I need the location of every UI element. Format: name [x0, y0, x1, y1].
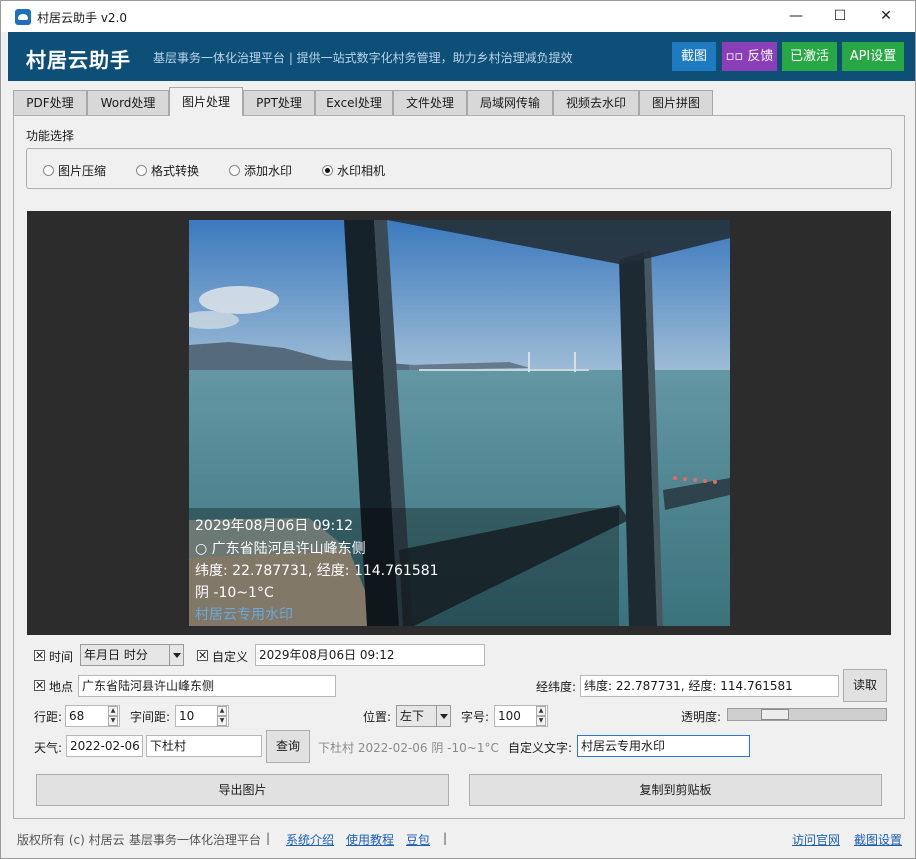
window-title: 村居云助手 v2.0 [37, 11, 128, 25]
radio-watermark-camera[interactable]: 水印相机 [322, 162, 385, 179]
time-format-value: 年月日 时分 [84, 648, 148, 662]
font-size-input[interactable]: 100 ▲ ▼ [494, 705, 548, 727]
line-spacing-label: 行距: [34, 710, 63, 724]
screenshot-button[interactable]: 截图 [672, 42, 716, 71]
place-checkbox[interactable]: ✕ [34, 680, 45, 691]
watermark-time: 2029年08月06日 09:12 [195, 518, 354, 534]
weather-village-input[interactable]: 下杜村 [146, 735, 262, 757]
place-label: 地点 [49, 680, 74, 694]
font-size-spinner[interactable]: ▲ ▼ [536, 706, 546, 726]
radio-watermark-camera-label: 水印相机 [337, 164, 386, 178]
radio-convert[interactable]: 格式转换 [136, 162, 199, 179]
position-label: 位置: [363, 710, 392, 724]
place-input[interactable]: 广东省陆河县许山峰东侧 [78, 675, 336, 697]
tab-image[interactable]: 图片处理 [169, 87, 243, 116]
radio-watermark-camera-dot [322, 165, 333, 176]
time-checkbox[interactable]: ✕ [34, 650, 45, 661]
position-value: 左下 [400, 709, 425, 723]
export-image-button[interactable]: 导出图片 [36, 774, 449, 806]
line-spacing-input[interactable]: 68 ▲ ▼ [65, 705, 120, 727]
minimize-button[interactable]: — [773, 1, 819, 32]
char-spacing-input[interactable]: 10 ▲ ▼ [175, 705, 229, 727]
tab-pdf[interactable]: PDF处理 [13, 90, 87, 115]
app-cloud-icon [15, 9, 31, 25]
brand-title: 村居云助手 [26, 48, 131, 72]
radio-compress[interactable]: 图片压缩 [43, 162, 106, 179]
status-separator-2: | [443, 831, 448, 845]
spin-up-icon[interactable]: ▲ [536, 706, 546, 716]
spin-up-icon[interactable]: ▲ [217, 706, 227, 716]
activated-button[interactable]: 已激活 [782, 42, 837, 71]
close-button[interactable]: ✕ [863, 1, 909, 32]
watermark-place: ○ 广东省陆河县许山峰东侧 [195, 541, 366, 557]
screenshot-settings-link[interactable]: 截图设置 [854, 831, 902, 848]
time-label: 时间 [49, 650, 74, 664]
spin-down-icon[interactable]: ▼ [217, 716, 227, 726]
radio-convert-dot [136, 165, 147, 176]
app-window: 村居云助手 v2.0 — ☐ ✕ 村居云助手 基层事务一体化治理平台 | 提供一… [0, 0, 916, 859]
radio-convert-label: 格式转换 [151, 164, 200, 178]
custom-time-checkbox[interactable]: ✕ [197, 650, 208, 661]
tab-image-collage[interactable]: 图片拼图 [639, 90, 713, 115]
tab-file[interactable]: 文件处理 [393, 90, 467, 115]
opacity-slider[interactable] [727, 708, 887, 721]
line-spacing-value: 68 [69, 709, 85, 723]
custom-text-label: 自定义文字: [508, 741, 573, 755]
spin-up-icon[interactable]: ▲ [108, 706, 118, 716]
spin-down-icon[interactable]: ▼ [108, 716, 118, 726]
tutorial-link[interactable]: 使用教程 [346, 831, 394, 848]
tab-word[interactable]: Word处理 [87, 90, 169, 115]
watermark-custom-text: 村居云专用水印 [195, 607, 293, 623]
doubao-link[interactable]: 豆包 [406, 831, 430, 848]
line-spacing-spinner[interactable]: ▲ ▼ [108, 706, 118, 726]
tab-excel[interactable]: Excel处理 [315, 90, 393, 115]
query-button[interactable]: 查询 [266, 730, 310, 763]
app-header: 村居云助手 基层事务一体化治理平台 | 提供一站式数字化村务管理，助力乡村治理减… [8, 32, 915, 81]
coords-label: 经纬度: [536, 680, 577, 694]
function-label: 功能选择 [26, 129, 75, 143]
radio-add-watermark-label: 添加水印 [244, 164, 293, 178]
watermark-coords: 纬度: 22.787731, 经度: 114.761581 [195, 563, 439, 579]
custom-time-input[interactable]: 2029年08月06日 09:12 [255, 644, 485, 666]
feedback-button[interactable]: ▫▫ 反馈 [722, 42, 777, 71]
tab-ppt[interactable]: PPT处理 [243, 90, 315, 115]
chevron-down-icon [169, 645, 183, 665]
char-spacing-label: 字间距: [130, 710, 171, 724]
font-size-label: 字号: [461, 710, 490, 724]
status-separator: | [266, 831, 271, 845]
official-site-link[interactable]: 访问官网 [792, 831, 840, 848]
char-spacing-spinner[interactable]: ▲ ▼ [217, 706, 227, 726]
tab-lan-transfer[interactable]: 局域网传输 [467, 90, 553, 115]
weather-label: 天气: [34, 741, 63, 755]
radio-add-watermark[interactable]: 添加水印 [229, 162, 292, 179]
system-intro-link[interactable]: 系统介绍 [286, 831, 334, 848]
copy-to-clipboard-button[interactable]: 复制到剪贴板 [469, 774, 882, 806]
opacity-slider-thumb[interactable] [761, 709, 789, 720]
brand-slogan: 基层事务一体化治理平台 | 提供一站式数字化村务管理，助力乡村治理减负提效 [153, 51, 573, 65]
font-size-value: 100 [498, 709, 521, 723]
read-button[interactable]: 读取 [843, 669, 887, 702]
weather-result: 下杜村 2022-02-06 阴 -10~1°C [318, 741, 499, 755]
tab-video-dewatermark[interactable]: 视频去水印 [553, 90, 639, 115]
maximize-button[interactable]: ☐ [817, 1, 863, 32]
copyright-text: 版权所有 (c) 村居云 [17, 833, 125, 847]
spin-down-icon[interactable]: ▼ [536, 716, 546, 726]
custom-text-input[interactable]: 村居云专用水印 [577, 735, 750, 757]
time-format-select[interactable]: 年月日 时分 [80, 644, 184, 666]
char-spacing-value: 10 [179, 709, 195, 723]
chevron-down-icon [436, 706, 450, 726]
weather-date-input[interactable]: 2022-02-06 [66, 735, 143, 757]
watermark-weather: 阴 -10~1°C [195, 585, 274, 601]
api-settings-button[interactable]: API设置 [842, 42, 904, 71]
title-bar: 村居云助手 v2.0 — ☐ ✕ [1, 1, 915, 32]
radio-compress-dot [43, 165, 54, 176]
position-select[interactable]: 左下 [396, 705, 451, 727]
opacity-label: 透明度: [681, 710, 722, 724]
coords-input[interactable]: 纬度: 22.787731, 经度: 114.761581 [580, 675, 839, 697]
platform-text: 基层事务一体化治理平台 [129, 833, 262, 847]
radio-compress-label: 图片压缩 [58, 164, 107, 178]
custom-time-label: 自定义 [212, 650, 249, 664]
radio-add-watermark-dot [229, 165, 240, 176]
